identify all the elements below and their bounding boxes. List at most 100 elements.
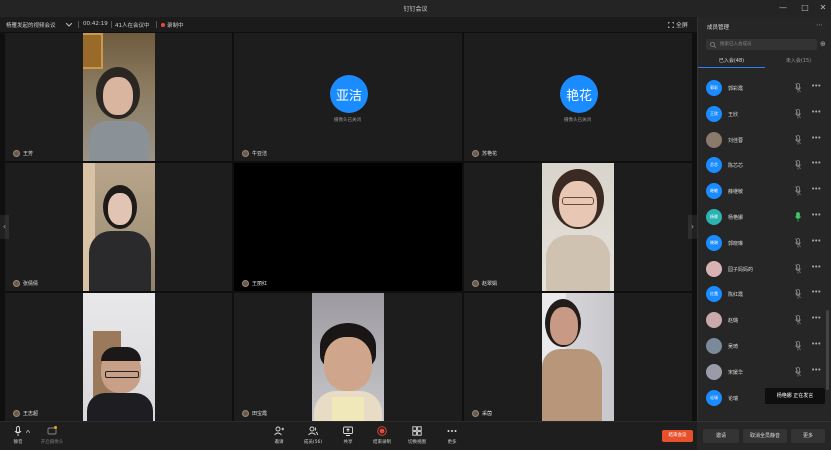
- member-more-icon[interactable]: •••: [811, 108, 821, 116]
- share-button[interactable]: 共享: [332, 426, 364, 445]
- minimize-button[interactable]: —: [776, 3, 790, 13]
- member-more-icon[interactable]: •••: [811, 134, 821, 142]
- list-item[interactable]: 继敏 薛继敏 •••: [698, 179, 831, 205]
- member-name: 薛继敏: [728, 189, 744, 196]
- member-more-icon[interactable]: •••: [811, 366, 821, 374]
- avatar: [706, 131, 722, 148]
- member-list: 郭彩 郭彩霞 ••• 王欣 王欣 ••• 刘佳蓉 ••• 芯芯 陈芯芯 ••• 继敏 薛继敏 ••• 杨娜杨…: [698, 76, 831, 411]
- video-tile[interactable]: 张倩倩: [5, 163, 232, 291]
- avatar-icon: [472, 150, 479, 157]
- microphone-icon[interactable]: [795, 289, 801, 299]
- panel-more-icon[interactable]: ⋯: [816, 21, 823, 29]
- participant-video: [542, 293, 614, 421]
- unmute-all-button[interactable]: 取消全员静音: [743, 429, 787, 443]
- record-dot-icon: [161, 23, 165, 27]
- mute-button[interactable]: 静音: [2, 426, 34, 445]
- participant-name: 张倩倩: [13, 280, 38, 287]
- video-tile[interactable]: 田宝霞: [234, 293, 462, 421]
- avatar: 艳花: [560, 75, 598, 113]
- avatar-icon: [242, 150, 249, 157]
- microphone-icon[interactable]: [795, 315, 801, 325]
- close-button[interactable]: ✕: [816, 3, 830, 13]
- panel-invite-button[interactable]: 邀请: [703, 429, 739, 443]
- member-more-icon[interactable]: •••: [811, 263, 821, 271]
- list-item[interactable]: 郭彩 郭彩霞 •••: [698, 76, 831, 102]
- tab-not-joined[interactable]: 未入会(15): [765, 54, 831, 68]
- member-name: 赵璐: [728, 318, 739, 325]
- member-more-icon[interactable]: •••: [811, 211, 821, 219]
- title-bar: 钉钉会议 — □ ✕: [0, 0, 831, 17]
- microphone-icon[interactable]: [795, 237, 801, 248]
- avatar-icon: [472, 410, 479, 417]
- member-more-icon[interactable]: •••: [811, 340, 821, 348]
- member-more-icon[interactable]: •••: [811, 185, 821, 193]
- microphone-icon[interactable]: [795, 212, 801, 222]
- grid-prev-arrow[interactable]: ‹: [0, 215, 9, 239]
- video-grid: 王芳 亚洁 摄像头已关闭 牛亚洁 艳花 摄像头已关闭 苏艳花 张倩倩 王丽红 赵…: [0, 32, 697, 421]
- list-item[interactable]: 刘佳蓉 •••: [698, 128, 831, 154]
- participant-name: 采茵: [472, 410, 492, 417]
- fullscreen-icon: [667, 21, 675, 29]
- microphone-icon[interactable]: [795, 160, 801, 170]
- avatar: [706, 312, 722, 329]
- list-item[interactable]: 王欣 王欣 •••: [698, 102, 831, 128]
- video-tile[interactable]: 王芳: [5, 33, 232, 161]
- members-button[interactable]: 成员(56): [297, 426, 329, 445]
- video-tile[interactable]: 艳花 摄像头已关闭 苏艳花: [464, 33, 692, 161]
- microphone-icon[interactable]: [795, 108, 801, 119]
- member-more-icon[interactable]: •••: [811, 159, 821, 167]
- avatar: [706, 363, 722, 380]
- more-button[interactable]: 更多: [436, 426, 468, 445]
- panel-more-button[interactable]: 更多: [791, 429, 825, 443]
- video-tile[interactable]: 王志超: [5, 293, 232, 421]
- meeting-name[interactable]: 杨雁发起的视频会议: [6, 21, 56, 29]
- chevron-down-icon[interactable]: [66, 23, 72, 27]
- member-more-icon[interactable]: •••: [811, 237, 821, 245]
- fullscreen-button[interactable]: 全屏: [667, 20, 688, 29]
- video-tile[interactable]: 采茵: [464, 293, 692, 421]
- invite-button[interactable]: 邀请: [263, 426, 295, 445]
- grid-next-arrow[interactable]: ›: [688, 215, 697, 239]
- avatar-icon: [242, 280, 249, 287]
- avatar-icon: [13, 280, 20, 287]
- camera-button[interactable]: 开启摄像头: [36, 426, 68, 445]
- meeting-toolbar: 静音 开启摄像头 邀请 成员(56) 共享 结束录制 切换视图 更多: [0, 421, 697, 450]
- participant-name: 王芳: [13, 150, 33, 157]
- list-item[interactable]: 园子妈妈的 •••: [698, 257, 831, 283]
- member-more-icon[interactable]: •••: [811, 314, 821, 322]
- participant-name: 王志超: [13, 410, 38, 417]
- avatar: [706, 337, 722, 354]
- video-tile[interactable]: 亚洁 摄像头已关闭 牛亚洁: [234, 33, 462, 161]
- microphone-icon[interactable]: [795, 186, 801, 196]
- chevron-up-icon[interactable]: [26, 430, 30, 433]
- microphone-icon[interactable]: [795, 263, 801, 274]
- microphone-icon[interactable]: [795, 134, 801, 145]
- participant-video: [542, 163, 614, 291]
- stop-record-button[interactable]: 结束录制: [366, 426, 398, 445]
- list-item[interactable]: 杨娜 杨艳娜 •••: [698, 205, 831, 231]
- end-meeting-button[interactable]: 结束会议: [662, 430, 693, 442]
- panel-footer: 邀请 取消全员静音 更多: [697, 421, 831, 450]
- video-tile[interactable]: 王丽红: [234, 163, 462, 291]
- avatar: 红霞: [706, 286, 722, 303]
- list-item[interactable]: 吴琦 •••: [698, 334, 831, 360]
- member-more-icon[interactable]: •••: [811, 82, 821, 90]
- avatar: 亚洁: [330, 75, 368, 113]
- maximize-button[interactable]: □: [798, 3, 812, 13]
- list-item[interactable]: 晓琳 郭晓琳 •••: [698, 231, 831, 257]
- list-item[interactable]: 赵璐 •••: [698, 308, 831, 334]
- layout-button[interactable]: 切换视图: [401, 426, 433, 445]
- panel-scrollbar[interactable]: [826, 310, 829, 390]
- tab-joined[interactable]: 已入会(48): [698, 54, 765, 68]
- speaking-indicator: 杨艳娜 正在发言: [765, 388, 825, 404]
- microphone-icon[interactable]: [795, 83, 801, 93]
- member-more-icon[interactable]: •••: [811, 288, 821, 296]
- member-search-input[interactable]: [706, 39, 817, 50]
- microphone-icon[interactable]: [795, 366, 801, 377]
- list-item[interactable]: 宋媛华 •••: [698, 360, 831, 386]
- video-tile[interactable]: 赵翠娟: [464, 163, 692, 291]
- microphone-icon[interactable]: [795, 341, 801, 351]
- list-item[interactable]: 红霞 陈红霞 •••: [698, 282, 831, 308]
- add-member-icon[interactable]: ⊕: [820, 40, 826, 48]
- list-item[interactable]: 芯芯 陈芯芯 •••: [698, 153, 831, 179]
